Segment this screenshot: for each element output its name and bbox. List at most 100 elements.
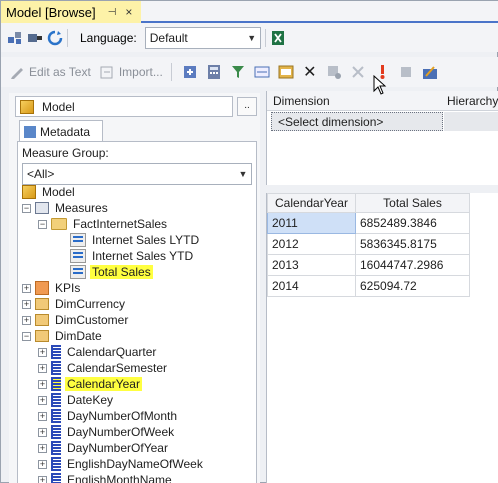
process-icon[interactable] [7, 30, 23, 46]
tree-node-internet-sales-lytd[interactable]: Internet Sales LYTD [70, 232, 201, 248]
expand-icon[interactable]: + [38, 443, 47, 453]
expand-icon[interactable]: + [38, 475, 47, 483]
attribute-icon [51, 377, 61, 391]
tree-node-calendarsemester[interactable]: + CalendarSemester [38, 360, 169, 376]
tree-node-label: DimCurrency [55, 297, 126, 311]
chevron-down-icon: ▼ [238, 169, 248, 179]
results-pane: CalendarYear Total Sales 2011 6852489.38… [266, 193, 498, 483]
tree-node-englishdaynameofweek[interactable]: + EnglishDayNameOfWeek [38, 456, 205, 472]
attribute-icon [51, 457, 61, 471]
add-calculated-measure-icon[interactable] [182, 64, 198, 80]
language-select[interactable]: Default ▼ [144, 26, 261, 49]
cube-selector[interactable]: Model [15, 96, 233, 117]
metadata-panel: Measure Group: <All> ▼ Model − Measures … [17, 141, 257, 483]
expand-icon[interactable]: + [38, 395, 47, 405]
table-row: 2011 6852489.3846 [267, 212, 470, 234]
pin-icon[interactable]: ⊣ [108, 7, 117, 18]
tree-node-internet-sales-ytd[interactable]: Internet Sales YTD [70, 248, 195, 264]
calculation-icon[interactable] [206, 64, 222, 80]
hierarchy-cell[interactable] [444, 112, 498, 131]
table-row: 2012 5836345.8175 [267, 233, 470, 255]
tree-node-model[interactable]: Model [22, 184, 77, 200]
tree-node-dimcurrency[interactable]: + DimCurrency [22, 296, 127, 312]
excel-icon[interactable] [270, 30, 286, 46]
dimension-icon [35, 314, 49, 326]
table-cell[interactable]: 16044747.2986 [355, 254, 470, 276]
metadata-pane: Model .. Metadata Measure Group: <All> ▼… [9, 93, 260, 483]
stop-icon[interactable] [398, 64, 414, 80]
table-cell[interactable]: 2012 [267, 233, 356, 255]
edit-as-text-button[interactable]: Edit as Text [9, 64, 91, 80]
delete-icon[interactable]: ✕ [302, 64, 318, 81]
tree-node-englishmonthname[interactable]: + EnglishMonthName [38, 472, 174, 483]
close-icon[interactable]: × [125, 5, 132, 19]
table-cell[interactable]: 5836345.8175 [355, 233, 470, 255]
language-value: Default [149, 30, 188, 45]
table-cell[interactable]: 625094.72 [355, 275, 470, 297]
tree-node-factinternetsales[interactable]: − FactInternetSales [38, 216, 169, 232]
edit-icon [9, 64, 25, 80]
show-empty-cells-icon[interactable] [254, 64, 270, 80]
attribute-icon [51, 393, 61, 407]
expand-icon[interactable]: + [38, 411, 47, 421]
tree-node-daynumberofmonth[interactable]: + DayNumberOfMonth [38, 408, 179, 424]
table-cell[interactable]: 2013 [267, 254, 356, 276]
tree-node-dimcustomer[interactable]: + DimCustomer [22, 312, 130, 328]
run-query-icon[interactable] [278, 64, 294, 80]
calc-measure-icon [70, 265, 86, 279]
expand-icon[interactable]: + [38, 363, 47, 373]
tree-node-label: DimCustomer [55, 313, 129, 327]
tree-node-kpis[interactable]: + KPIs [22, 280, 82, 296]
tree-node-datekey[interactable]: + DateKey [38, 392, 115, 408]
tree-node-label: KPIs [55, 281, 81, 295]
collapse-icon[interactable]: − [22, 203, 31, 213]
document-tab[interactable]: Model [Browse] ⊣ × [1, 1, 141, 23]
tree-node-label: DateKey [67, 393, 114, 407]
filter-icon[interactable] [230, 64, 246, 80]
expand-icon[interactable]: + [38, 459, 47, 469]
tree-node-daynumberofweek[interactable]: + DayNumberOfWeek [38, 424, 176, 440]
select-dimension-cell[interactable]: <Select dimension> [271, 112, 443, 131]
cube-selector-value: Model [42, 99, 75, 114]
attribute-icon [51, 441, 61, 455]
tree-node-label: CalendarSemester [67, 361, 168, 375]
attribute-icon [51, 409, 61, 423]
pane-splitter[interactable] [266, 185, 498, 193]
connect-icon[interactable] [27, 30, 43, 46]
tab-metadata[interactable]: Metadata [19, 120, 103, 142]
design-mode-icon[interactable] [422, 64, 438, 80]
cancel-query-icon[interactable] [350, 64, 366, 80]
dimension-icon [35, 298, 49, 310]
auto-execute-icon[interactable] [326, 64, 342, 80]
tree-node-total-sales[interactable]: Total Sales [70, 264, 153, 280]
expand-icon[interactable]: + [38, 347, 47, 357]
tree-node-calendaryear[interactable]: + CalendarYear [38, 376, 142, 392]
refresh-icon[interactable] [47, 30, 63, 46]
table-cell[interactable]: 2014 [267, 275, 356, 297]
tree-node-label: FactInternetSales [73, 217, 168, 231]
column-header-total-sales[interactable]: Total Sales [355, 193, 470, 213]
tree-node-measures[interactable]: − Measures [22, 200, 110, 216]
tree-node-calendarquarter[interactable]: + CalendarQuarter [38, 344, 158, 360]
expand-icon[interactable]: + [22, 283, 31, 293]
cube-browse-button[interactable]: .. [237, 97, 257, 116]
collapse-icon[interactable]: − [22, 331, 31, 341]
attribute-icon [51, 345, 61, 359]
table-cell[interactable]: 6852489.3846 [355, 212, 470, 234]
tree-node-daynumberofyear[interactable]: + DayNumberOfYear [38, 440, 170, 456]
expand-icon[interactable]: + [38, 379, 47, 389]
expand-icon[interactable]: + [38, 427, 47, 437]
expand-icon[interactable]: + [22, 315, 31, 325]
column-header-calendaryear[interactable]: CalendarYear [267, 193, 356, 213]
tree-node-dimdate[interactable]: − DimDate [22, 328, 104, 344]
results-header-row: CalendarYear Total Sales [267, 193, 470, 213]
toolbar-separator [67, 28, 68, 47]
expand-icon[interactable]: + [22, 299, 31, 309]
table-cell[interactable]: 2011 [267, 212, 356, 234]
measure-group-select[interactable]: <All> ▼ [22, 163, 252, 185]
table-row: 2013 16044747.2986 [267, 254, 470, 276]
import-button[interactable]: Import... [99, 64, 163, 80]
attribute-icon [51, 473, 61, 483]
tree-node-label: EnglishMonthName [67, 473, 172, 483]
collapse-icon[interactable]: − [38, 219, 47, 229]
